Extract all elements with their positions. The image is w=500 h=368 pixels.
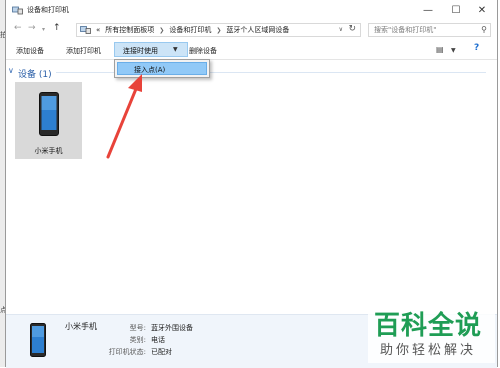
- refresh-icon[interactable]: ↻: [348, 24, 356, 34]
- details-key-category: 类别:: [129, 336, 146, 344]
- group-label: 设备 (1): [18, 70, 52, 80]
- smartphone-icon: [30, 323, 46, 357]
- details-key-model: 型号:: [129, 324, 146, 332]
- chevron-right-icon[interactable]: ❯: [216, 27, 221, 34]
- back-arrow-icon[interactable]: ←: [14, 23, 22, 33]
- breadcrumb-bluetooth-pan[interactable]: 蓝牙个人区域网设备: [226, 25, 289, 35]
- search-icon[interactable]: ⚲: [481, 25, 487, 34]
- watermark-title: 百科全说: [374, 311, 483, 341]
- details-key-status: 打印机状态:: [108, 348, 146, 356]
- connect-using-label: 连接时使用: [123, 47, 158, 55]
- details-value-status: 已配对: [151, 348, 172, 356]
- breadcrumb-devices-printers[interactable]: 设备和打印机: [169, 25, 211, 35]
- window-title: 设备和打印机: [27, 6, 69, 14]
- address-path[interactable]: « 所有控制面板项 ❯ 设备和打印机 ❯ 蓝牙个人区域网设备 ∨ ↻: [76, 23, 361, 37]
- breadcrumb-control-panel[interactable]: 所有控制面板项: [105, 25, 154, 35]
- details-value-model: 蓝牙外围设备: [151, 324, 193, 332]
- connect-using-button[interactable]: 连接时使用 ▼: [114, 42, 188, 57]
- title-bar: 设备和打印机 — ☐ ✕: [6, 0, 497, 20]
- address-bar-row: ← → ▾ ↑ « 所有控制面板项 ❯ 设备和打印机 ❯ 蓝牙个人区域网设备 ∨…: [6, 20, 497, 40]
- annotation-arrow-icon: [106, 74, 142, 159]
- recent-dropdown-icon[interactable]: ▾: [42, 26, 45, 33]
- search-box[interactable]: ⚲: [368, 23, 491, 37]
- up-arrow-icon[interactable]: ↑: [53, 23, 61, 33]
- chevron-down-icon[interactable]: ∨: [8, 66, 14, 75]
- devices-printers-icon: [12, 6, 23, 14]
- view-dropdown-icon[interactable]: ▼: [451, 47, 456, 54]
- control-panel-icon: [80, 26, 91, 34]
- chevron-right-icon[interactable]: ❯: [159, 27, 164, 34]
- device-tile[interactable]: 小米手机: [15, 82, 82, 159]
- smartphone-icon: [39, 92, 59, 136]
- maximize-button[interactable]: ☐: [442, 0, 470, 20]
- chevron-down-icon: ▼: [173, 46, 178, 53]
- remove-device-button[interactable]: 删除设备: [189, 46, 217, 56]
- watermark: 百科全说 助你轻松解决: [368, 303, 495, 363]
- command-bar: 添加设备 添加打印机 连接时使用 ▼ 删除设备 ▤ ▼ ?: [6, 40, 497, 60]
- close-button[interactable]: ✕: [468, 0, 496, 20]
- devices-group-header[interactable]: ∨ 设备 (1): [6, 66, 497, 80]
- watermark-subtitle: 助你轻松解决: [380, 343, 477, 358]
- details-value-category: 电话: [151, 336, 165, 344]
- minimize-button[interactable]: —: [414, 0, 442, 20]
- search-input[interactable]: [369, 24, 479, 36]
- details-device-name: 小米手机: [65, 322, 97, 331]
- forward-arrow-icon[interactable]: →: [28, 23, 36, 33]
- add-printer-button[interactable]: 添加打印机: [66, 46, 101, 56]
- add-device-button[interactable]: 添加设备: [16, 46, 44, 56]
- breadcrumb-overflow[interactable]: «: [96, 26, 100, 34]
- help-icon[interactable]: ?: [474, 43, 479, 53]
- view-options-icon[interactable]: ▤: [436, 45, 444, 54]
- device-name: 小米手机: [34, 147, 63, 155]
- address-dropdown-icon[interactable]: ∨: [339, 26, 343, 33]
